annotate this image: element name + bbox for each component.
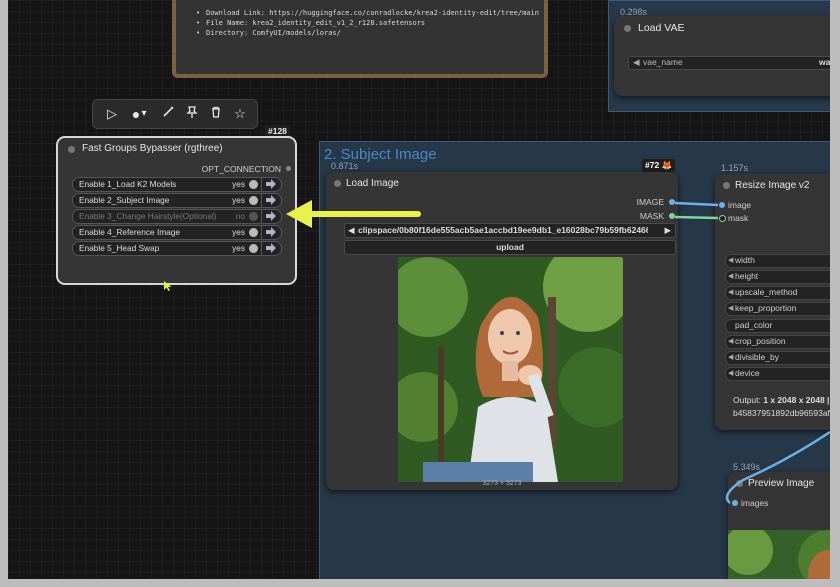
preview-link bbox=[725, 430, 830, 504]
canvas[interactable]: Download Link: https://huggingface.co/co… bbox=[8, 0, 830, 579]
node-links bbox=[286, 200, 830, 504]
image-link bbox=[674, 201, 719, 207]
annotation-arrow-head bbox=[286, 200, 312, 228]
mask-link bbox=[674, 215, 719, 220]
